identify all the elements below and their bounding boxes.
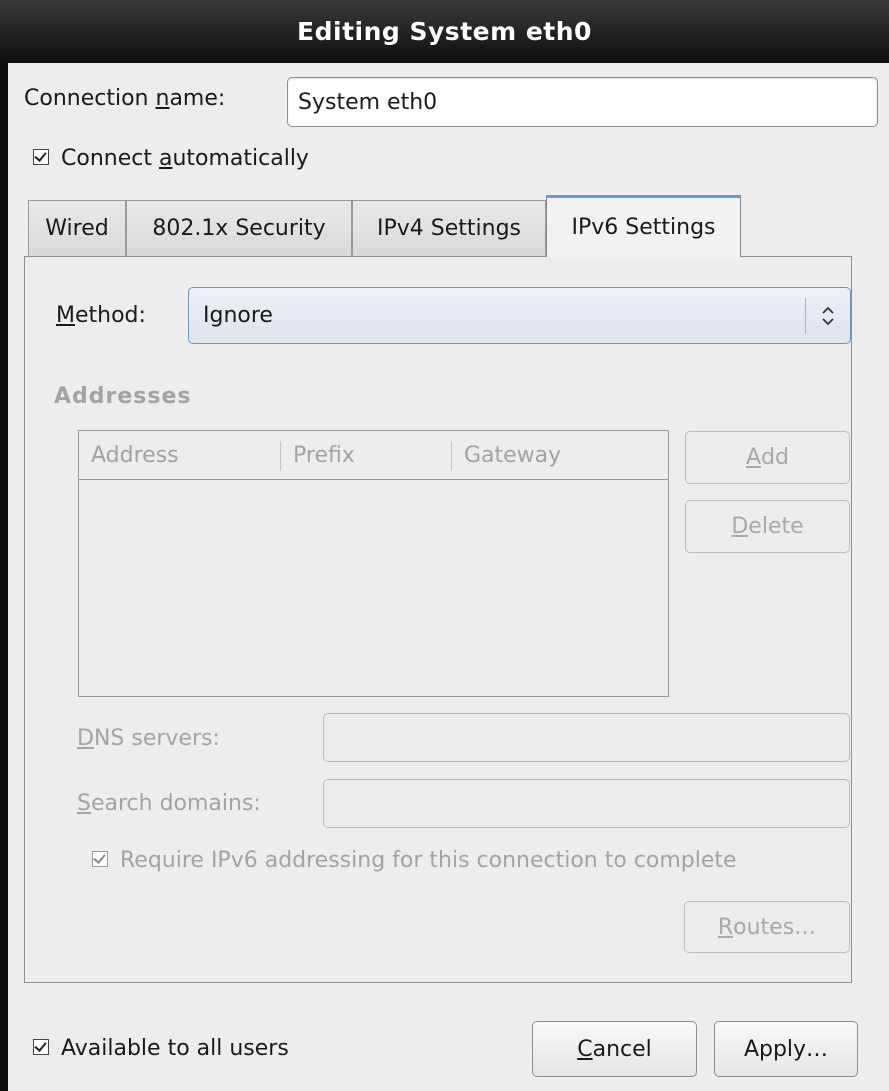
- dns-servers-label: DNS servers:: [77, 726, 220, 751]
- apply-button[interactable]: Apply…: [714, 1021, 858, 1077]
- window-title: Editing System eth0: [297, 17, 592, 46]
- require-ipv6-label: Require IPv6 addressing for this connect…: [120, 848, 737, 873]
- column-header-address[interactable]: Address: [79, 431, 280, 479]
- delete-button[interactable]: Delete: [685, 500, 850, 553]
- connection-name-input[interactable]: System eth0: [287, 77, 878, 127]
- column-header-prefix[interactable]: Prefix: [281, 431, 451, 479]
- routes-button[interactable]: Routes…: [684, 901, 850, 953]
- tab-ipv6-settings[interactable]: IPv6 Settings: [546, 195, 741, 257]
- tab-ipv4-settings[interactable]: IPv4 Settings: [352, 200, 546, 256]
- addresses-heading: Addresses: [54, 384, 192, 409]
- connection-name-label: Connection name:: [24, 86, 226, 111]
- column-label: Prefix: [293, 442, 355, 468]
- search-domains-label: Search domains:: [77, 791, 261, 816]
- tab-8021x-security[interactable]: 802.1x Security: [126, 200, 352, 256]
- apply-label: Apply…: [743, 1036, 829, 1062]
- checkmark-icon[interactable]: [33, 1039, 49, 1055]
- method-label: Method:: [56, 303, 146, 328]
- method-combobox[interactable]: Ignore: [188, 287, 851, 344]
- connection-name-value: System eth0: [298, 89, 438, 115]
- tab-label: IPv4 Settings: [377, 216, 521, 241]
- tab-label: IPv6 Settings: [571, 215, 716, 240]
- checkmark-icon[interactable]: [33, 149, 49, 165]
- checkmark-icon[interactable]: [92, 851, 108, 867]
- dns-servers-input[interactable]: [323, 713, 850, 762]
- window-titlebar[interactable]: Editing System eth0: [0, 0, 889, 63]
- connect-automatically-checkbox[interactable]: Connect automatically: [33, 146, 309, 171]
- combo-separator: [805, 298, 806, 334]
- column-header-gateway[interactable]: Gateway: [452, 431, 668, 479]
- method-value: Ignore: [203, 303, 273, 328]
- add-button[interactable]: Add: [685, 431, 850, 484]
- window-frame-left: [0, 63, 8, 1091]
- column-label: Gateway: [464, 442, 562, 468]
- connect-automatically-label: Connect automatically: [61, 146, 309, 171]
- search-domains-input[interactable]: [323, 779, 850, 828]
- addresses-table[interactable]: Address Prefix Gateway: [78, 430, 669, 697]
- tab-wired[interactable]: Wired: [28, 200, 126, 256]
- up-down-chevron-icon: [822, 306, 834, 326]
- cancel-button[interactable]: Cancel: [532, 1021, 697, 1077]
- tab-label: 802.1x Security: [152, 216, 326, 241]
- available-to-all-users-label: Available to all users: [61, 1036, 289, 1061]
- tab-label: Wired: [45, 216, 109, 241]
- addresses-table-header: Address Prefix Gateway: [79, 431, 668, 480]
- column-label: Address: [91, 442, 179, 468]
- require-ipv6-checkbox[interactable]: Require IPv6 addressing for this connect…: [92, 848, 737, 873]
- available-to-all-users-checkbox[interactable]: Available to all users: [33, 1036, 289, 1061]
